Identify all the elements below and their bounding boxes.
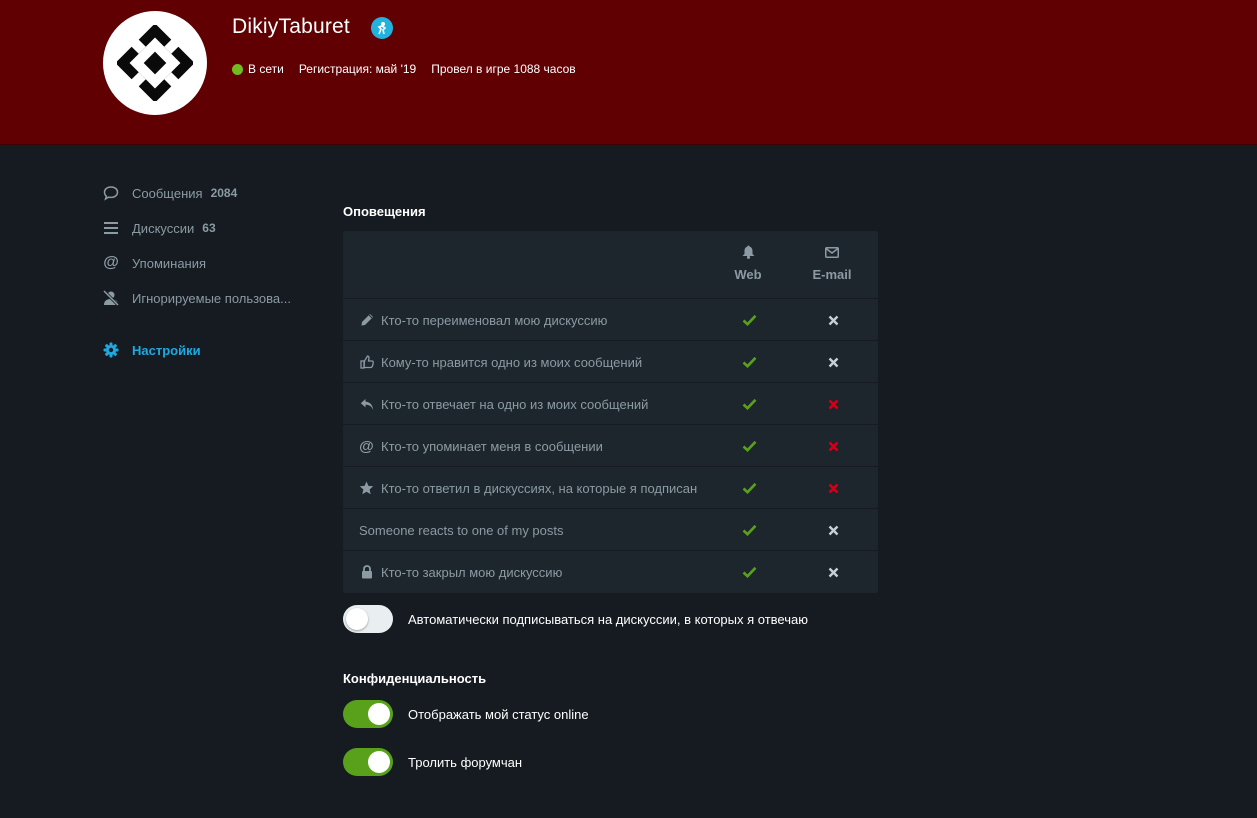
- notification-label: Someone reacts to one of my posts: [359, 509, 564, 551]
- envelope-icon: [802, 243, 862, 261]
- column-email-label: E-mail: [812, 267, 852, 282]
- bell-icon: [718, 243, 778, 261]
- sidebar-item-discussions[interactable]: Дискуссии 63: [102, 215, 312, 241]
- sidebar-item-label: Сообщения: [132, 185, 203, 201]
- playtime: Провел в игре 1088 часов: [431, 62, 576, 76]
- email-disabled-cross-icon[interactable]: [825, 522, 841, 538]
- sidebar-item-ignored-users[interactable]: Игнорируемые пользова...: [102, 285, 312, 311]
- email-disabled-cross-icon[interactable]: [825, 564, 841, 580]
- table-header: Web E-mail: [343, 231, 878, 299]
- notification-row: Someone reacts to one of my posts: [343, 509, 878, 551]
- web-enabled-check-icon[interactable]: [741, 312, 757, 328]
- online-status: В сети: [248, 62, 284, 76]
- thumbs-up-icon: [359, 355, 374, 370]
- reply-icon: [359, 397, 374, 412]
- troll-toggle[interactable]: [343, 748, 393, 776]
- profile-meta: В сети Регистрация: май '19 Провел в игр…: [232, 62, 576, 76]
- show-online-setting: Отображать мой статус online: [343, 700, 589, 728]
- notification-row: Кто-то переименовал мою дискуссию: [343, 299, 878, 341]
- notification-label: Кто-то закрыл мою дискуссию: [359, 551, 562, 593]
- list-icon: [102, 219, 120, 237]
- sidebar-item-label: Игнорируемые пользова...: [132, 290, 291, 306]
- sidebar-item-label: Упоминания: [132, 255, 207, 271]
- online-status-dot: [232, 63, 243, 75]
- auto-subscribe-toggle[interactable]: [343, 605, 393, 633]
- troll-setting: Тролить форумчан: [343, 748, 522, 776]
- sidebar-item-mentions[interactable]: @ Упоминания: [102, 250, 312, 276]
- sidebar-item-count: 63: [202, 221, 216, 235]
- sidebar-item-count: 2084: [210, 186, 238, 200]
- at-sign-icon: @: [359, 437, 374, 455]
- user-slash-icon: [102, 289, 120, 307]
- star-icon: [359, 481, 374, 496]
- troll-label: Тролить форумчан: [408, 754, 523, 770]
- notification-row: Кто-то отвечает на одно из моих сообщени…: [343, 383, 878, 425]
- diamond-logo-icon: [117, 25, 193, 101]
- lock-icon: [359, 565, 374, 580]
- pencil-icon: [359, 313, 374, 328]
- auto-subscribe-setting: Автоматически подписываться на дискуссии…: [343, 605, 808, 633]
- notification-label: Кому-то нравится одно из моих сообщений: [359, 341, 642, 383]
- gear-icon: [102, 341, 120, 359]
- column-web-label: Web: [734, 267, 762, 282]
- speech-bubble-icon: [102, 184, 120, 202]
- column-email: E-mail: [802, 243, 862, 282]
- sidebar-item-settings[interactable]: Настройки: [102, 337, 312, 363]
- notification-label-text: Кто-то переименовал мою дискуссию: [381, 312, 608, 328]
- notification-label: Кто-то отвечает на одно из моих сообщени…: [359, 383, 648, 425]
- show-online-toggle[interactable]: [343, 700, 393, 728]
- web-enabled-check-icon[interactable]: [741, 438, 757, 454]
- auto-subscribe-label: Автоматически подписываться на дискуссии…: [408, 611, 808, 627]
- email-disabled-cross-icon[interactable]: [825, 312, 841, 328]
- notifications-title: Оповещения: [343, 204, 426, 219]
- avatar[interactable]: [103, 11, 207, 115]
- sidebar-item-label: Настройки: [132, 342, 201, 358]
- staff-badge-icon[interactable]: [371, 17, 393, 39]
- notification-label: @ Кто-то упоминает меня в сообщении: [359, 425, 603, 467]
- profile-header: DikiyTaburet В сети Регистрация: май '19…: [0, 0, 1257, 145]
- sidebar-item-label: Дискуссии: [132, 220, 195, 236]
- notification-label: Кто-то ответил в дискуссиях, на которые …: [359, 467, 697, 509]
- toggle-knob: [346, 608, 368, 630]
- web-enabled-check-icon[interactable]: [741, 564, 757, 580]
- email-disabled-cross-icon[interactable]: [825, 438, 841, 454]
- notification-label: Кто-то переименовал мою дискуссию: [359, 299, 607, 341]
- web-enabled-check-icon[interactable]: [741, 354, 757, 370]
- column-web: Web: [718, 243, 778, 282]
- sidebar-item-posts[interactable]: Сообщения 2084: [102, 180, 312, 206]
- notification-label-text: Кто-то ответил в дискуссиях, на которые …: [381, 480, 698, 496]
- web-enabled-check-icon[interactable]: [741, 480, 757, 496]
- username: DikiyTaburet: [232, 15, 350, 38]
- notification-row: @ Кто-то упоминает меня в сообщении: [343, 425, 878, 467]
- notifications-table: Web E-mail Кто-то переименовал мою диску…: [343, 231, 878, 593]
- registration-date: Регистрация: май '19: [298, 62, 417, 76]
- privacy-title: Конфиденциальность: [343, 671, 487, 686]
- notification-row: Кто-то закрыл мою дискуссию: [343, 551, 878, 593]
- toggle-knob: [368, 703, 390, 725]
- email-disabled-cross-icon[interactable]: [825, 480, 841, 496]
- notification-label-text: Кто-то закрыл мою дискуссию: [381, 564, 563, 580]
- notification-label-text: Кто-то упоминает меня в сообщении: [381, 438, 603, 454]
- notification-label-text: Кому-то нравится одно из моих сообщений: [381, 354, 643, 370]
- notification-label-text: Кто-то отвечает на одно из моих сообщени…: [381, 396, 649, 412]
- show-online-label: Отображать мой статус online: [408, 706, 589, 722]
- notification-row: Кто-то ответил в дискуссиях, на которые …: [343, 467, 878, 509]
- email-disabled-cross-icon[interactable]: [825, 396, 841, 412]
- web-enabled-check-icon[interactable]: [741, 522, 757, 538]
- at-sign-icon: @: [103, 254, 119, 271]
- toggle-knob: [368, 751, 390, 773]
- web-enabled-check-icon[interactable]: [741, 396, 757, 412]
- notification-label-text: Someone reacts to one of my posts: [359, 522, 564, 538]
- email-disabled-cross-icon[interactable]: [825, 354, 841, 370]
- notification-row: Кому-то нравится одно из моих сообщений: [343, 341, 878, 383]
